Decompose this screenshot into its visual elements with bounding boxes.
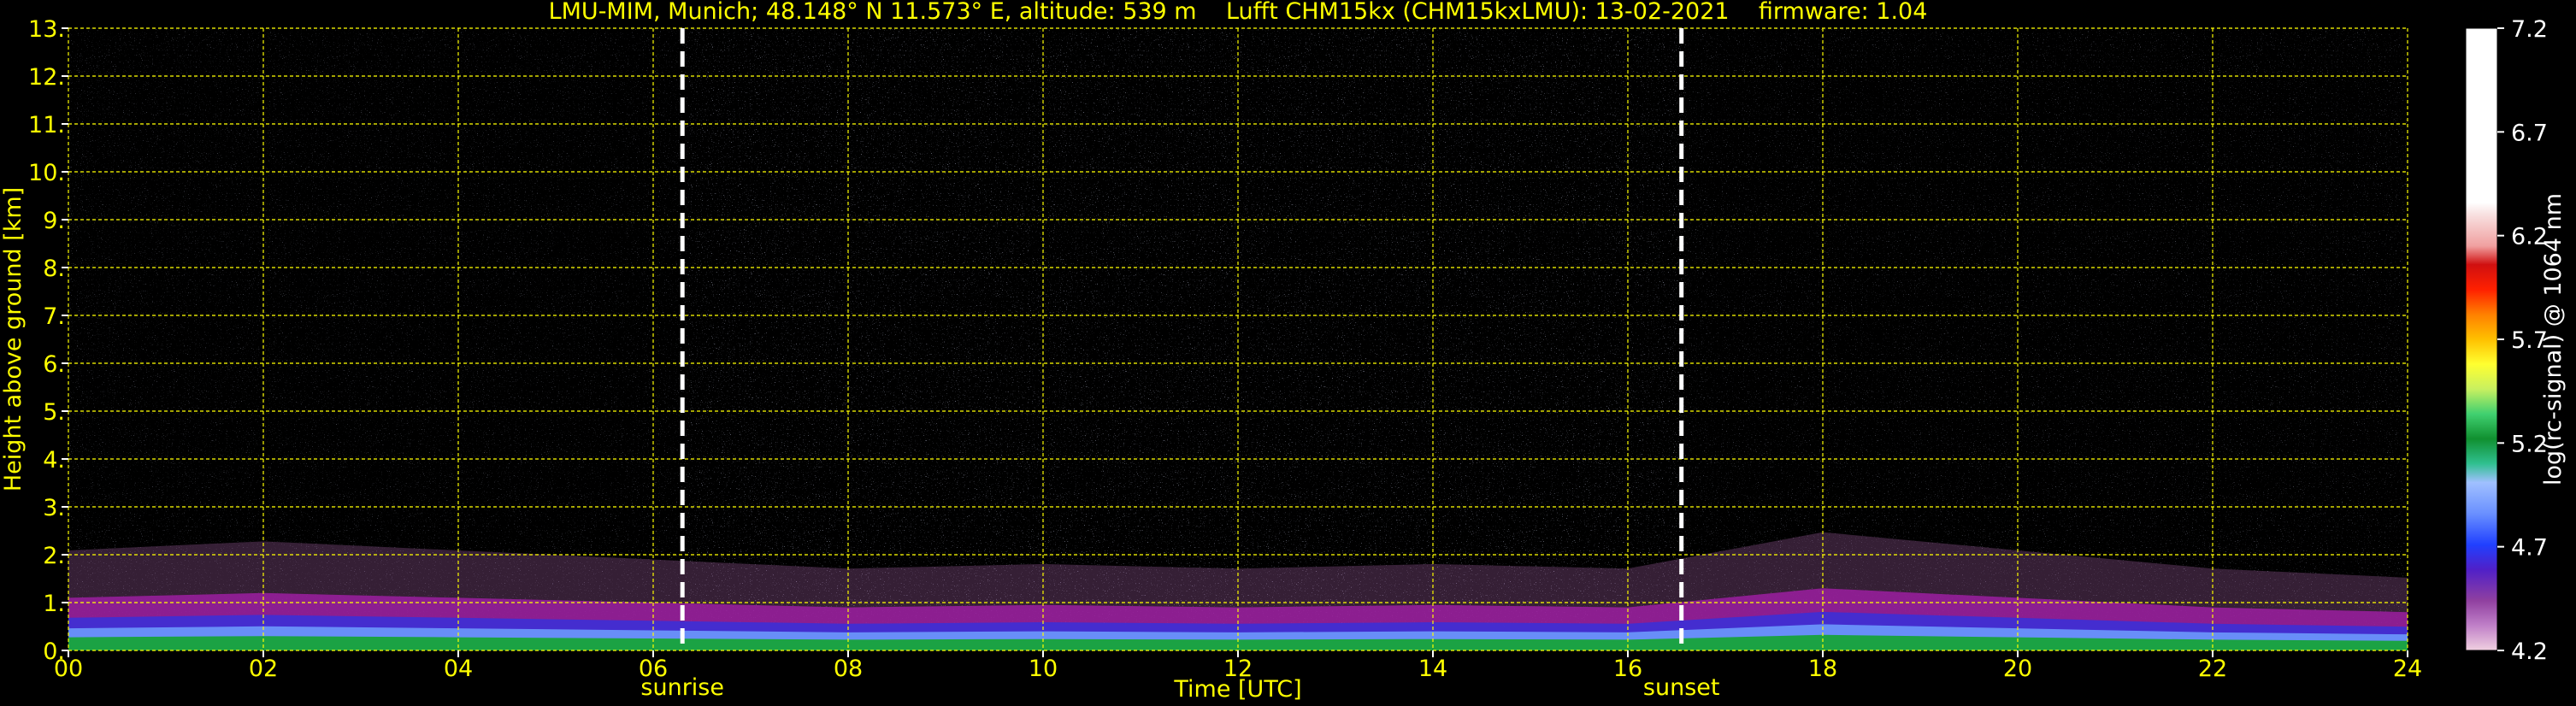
y-tick-label: 10.	[28, 160, 65, 186]
colorbar	[2465, 27, 2498, 651]
colorbar-tick-label: 6.7	[2511, 120, 2548, 146]
y-tick-label: 3.	[43, 495, 65, 521]
y-tick-label: 13.	[28, 16, 65, 43]
x-tick-label: 08	[834, 656, 863, 682]
x-axis-label: Time [UTC]	[1173, 676, 1301, 703]
x-tick-label: 10	[1029, 656, 1058, 682]
y-tick-label: 1.	[43, 591, 65, 617]
x-tick-label: 22	[2198, 656, 2227, 682]
x-tick-label: 24	[2393, 656, 2422, 682]
y-axis-label: Height above ground [km]	[0, 187, 27, 491]
chart-title: LMU-MIM, Munich; 48.148° N 11.573° E, al…	[549, 0, 1928, 25]
y-tick-label: 11.	[28, 112, 65, 138]
y-tick-label: 8.	[43, 256, 65, 282]
x-tick-label: 04	[444, 656, 473, 682]
x-tick-label: 14	[1418, 656, 1447, 682]
x-tick-label: 02	[249, 656, 278, 682]
x-tick-label: 06	[639, 656, 668, 682]
y-tick-label: 0.	[43, 638, 65, 665]
y-tick-label: 7.	[43, 303, 65, 330]
y-axis-ticks: 0. 1. 2. 3. 4. 5. 6. 7. 8. 9. 10. 11. 12. 13.	[28, 16, 68, 665]
colorbar-tick-label: 4.7	[2511, 535, 2548, 562]
colorbar-label: log(rc-signal) @ 1064 nm	[2540, 193, 2567, 485]
sunset-label: sunset	[1643, 674, 1720, 701]
colorbar-tick-label: 4.2	[2511, 638, 2548, 665]
y-tick-label: 5.	[43, 399, 65, 426]
x-tick-label: 16	[1613, 656, 1642, 682]
ceilometer-chart: sunrise sunset 00 02 04 06 08 10 12 14 16 18 20 22 24…	[0, 0, 2567, 703]
y-tick-label: 6.	[43, 351, 65, 378]
y-tick-label: 12.	[28, 64, 65, 91]
x-tick-label: 18	[1808, 656, 1837, 682]
y-tick-label: 2.	[43, 543, 65, 569]
y-tick-label: 4.	[43, 447, 65, 474]
colorbar-tick-label: 7.2	[2511, 16, 2548, 43]
x-tick-label: 20	[2003, 656, 2032, 682]
y-tick-label: 9.	[43, 208, 65, 234]
